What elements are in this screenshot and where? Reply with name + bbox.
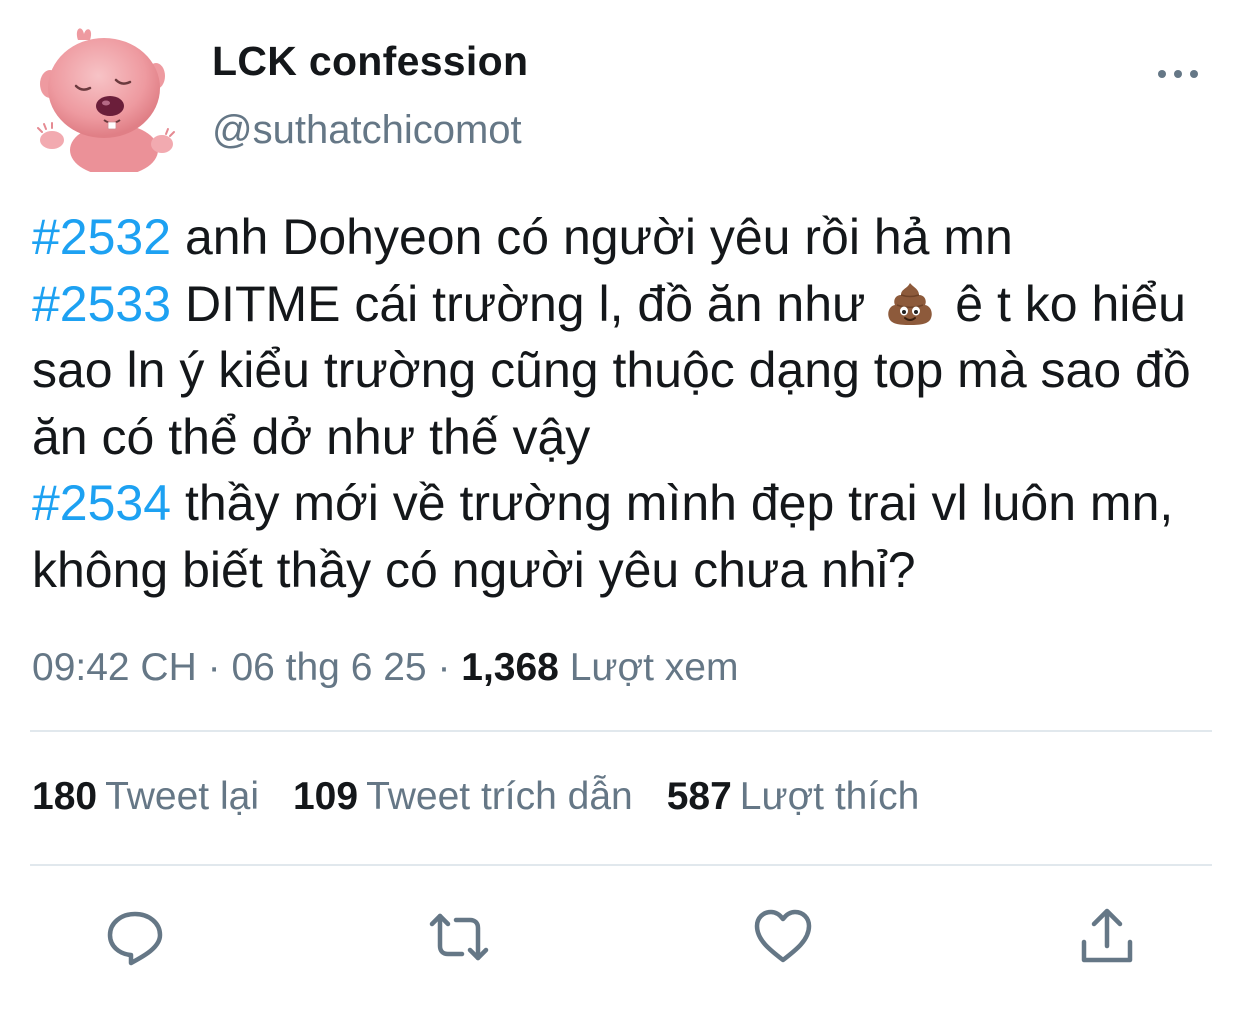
divider bbox=[30, 730, 1212, 732]
hashtag-link[interactable]: #2534 bbox=[32, 475, 171, 531]
quotes-count: 109 bbox=[292, 775, 359, 818]
tweet-detail: LCK confession @suthatchicomot #2532 anh… bbox=[0, 0, 1242, 1029]
engagement-stats: 180 Tweet lại 109 Tweet trích dẫn 587 Lượt th… bbox=[32, 775, 953, 819]
tweet-text-segment: thầy mới về trường mình đẹp trai vl luôn… bbox=[32, 475, 1174, 598]
like-icon bbox=[754, 909, 812, 963]
tweet-text-segment: DITME cái trường l, đồ ăn như bbox=[171, 275, 880, 332]
tweet-date[interactable]: 06 thg 6 25 bbox=[231, 646, 426, 689]
reply-button[interactable] bbox=[104, 906, 166, 968]
divider bbox=[30, 864, 1212, 866]
retweet-button[interactable] bbox=[428, 906, 490, 968]
tweet-time[interactable]: 09:42 CH bbox=[32, 646, 197, 689]
meta-separator: · bbox=[426, 646, 462, 689]
retweet-icon bbox=[429, 913, 489, 961]
tweet-text-segment: anh Dohyeon có người yêu rồi hả mn bbox=[171, 209, 1013, 265]
views-label: Lượt xem bbox=[558, 646, 739, 689]
quotes-stat[interactable]: 109 Tweet trích dẫn bbox=[293, 775, 633, 819]
tweet-meta: 09:42 CH · 06 thg 6 25 · 1,368 Lượt xem bbox=[32, 646, 738, 690]
pile-of-poo-icon bbox=[885, 277, 935, 325]
tweet-text: #2532 anh Dohyeon có người yêu rồi hả mn… bbox=[32, 204, 1232, 603]
retweets-stat[interactable]: 180 Tweet lại bbox=[32, 775, 259, 819]
pink-beaver-avatar-icon bbox=[37, 28, 175, 176]
hashtag-link[interactable]: #2533 bbox=[32, 276, 171, 332]
more-options-icon[interactable] bbox=[1156, 62, 1200, 86]
retweets-label: Tweet lại bbox=[105, 775, 259, 818]
share-icon bbox=[1081, 908, 1133, 963]
display-name[interactable]: LCK confession bbox=[212, 38, 528, 85]
reply-icon bbox=[107, 911, 163, 966]
views-count: 1,368 bbox=[461, 646, 559, 689]
retweets-count: 180 bbox=[32, 775, 98, 818]
likes-stat[interactable]: 587 Lượt thích bbox=[667, 775, 920, 819]
likes-label: Lượt thích bbox=[739, 775, 920, 818]
hashtag-link[interactable]: #2532 bbox=[32, 209, 171, 265]
quotes-label: Tweet trích dẫn bbox=[366, 775, 633, 818]
tweet-paragraph: #2533 DITME cái trường l, đồ ăn như ê t … bbox=[32, 271, 1232, 471]
tweet-paragraph: #2534 thầy mới về trường mình đẹp trai v… bbox=[32, 470, 1232, 603]
likes-count: 587 bbox=[666, 775, 732, 818]
user-handle[interactable]: @suthatchicomot bbox=[212, 108, 522, 153]
meta-separator: · bbox=[196, 646, 232, 689]
share-button[interactable] bbox=[1076, 906, 1138, 968]
tweet-paragraph: #2532 anh Dohyeon có người yêu rồi hả mn bbox=[32, 204, 1232, 271]
like-button[interactable] bbox=[752, 906, 814, 968]
avatar[interactable] bbox=[30, 22, 180, 176]
